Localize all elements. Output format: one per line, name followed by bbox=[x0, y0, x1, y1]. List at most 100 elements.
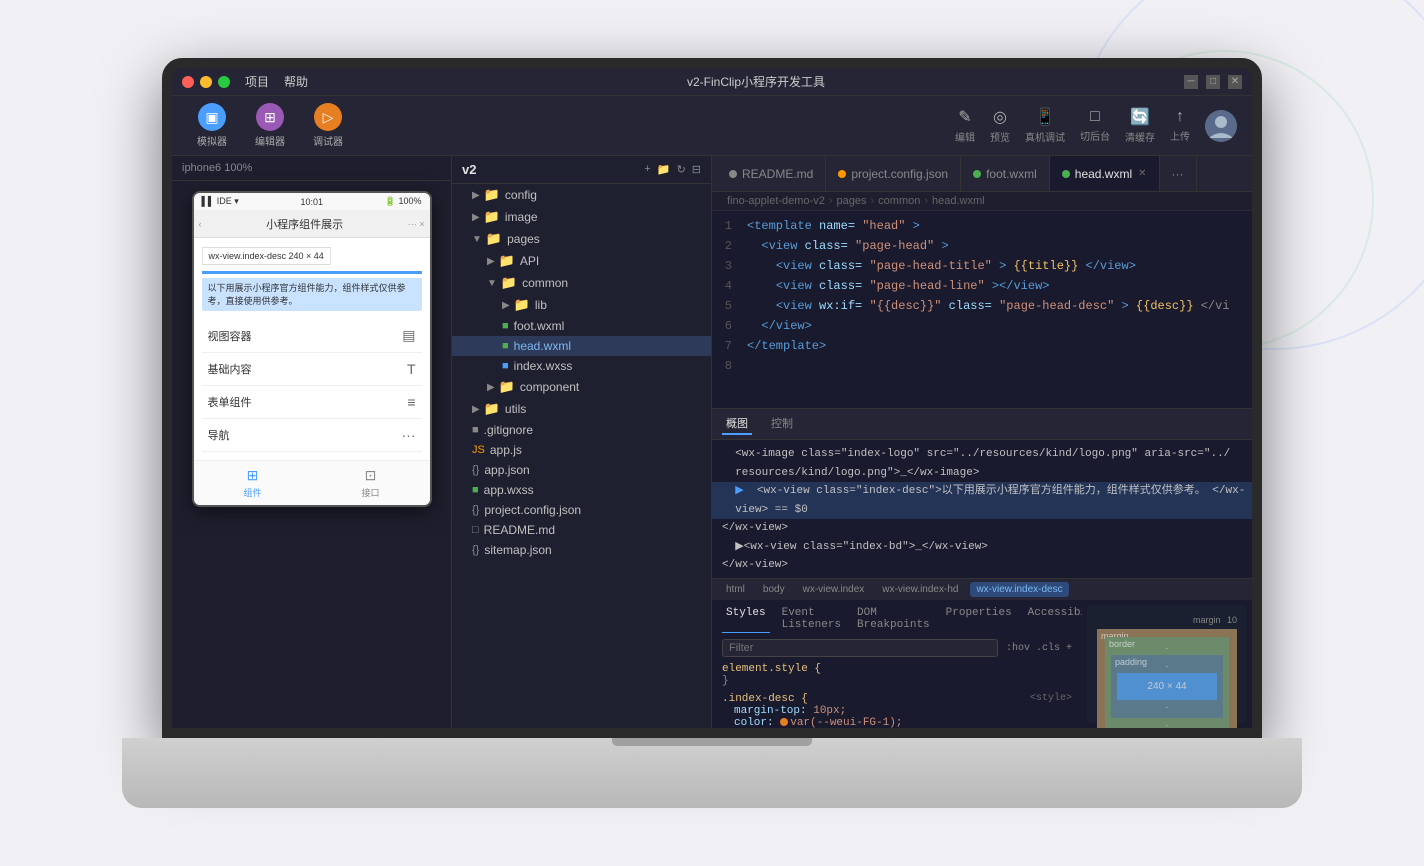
minimize-window-btn[interactable]: ─ bbox=[1184, 75, 1198, 89]
style-tab-dom[interactable]: DOM Breakpoints bbox=[853, 605, 934, 633]
tree-item-utils[interactable]: ▶ 📁 utils bbox=[452, 398, 711, 420]
style-tab-props[interactable]: Properties bbox=[942, 605, 1016, 633]
tree-item-pages[interactable]: ▼ 📁 pages bbox=[452, 228, 711, 250]
element-tab-wx-view-index-hd[interactable]: wx-view.index-hd bbox=[876, 582, 964, 597]
tree-item-api[interactable]: ▶ 📁 API bbox=[452, 250, 711, 272]
close-btn[interactable] bbox=[182, 76, 194, 88]
html-view[interactable]: <wx-image class="index-logo" src="../res… bbox=[712, 440, 1252, 578]
tree-item-sitemap[interactable]: {} sitemap.json bbox=[452, 540, 711, 560]
padding-label: padding bbox=[1115, 657, 1147, 667]
style-tab-access[interactable]: Accessibility bbox=[1024, 605, 1082, 633]
element-tab-wx-view-index-desc[interactable]: wx-view.index-desc bbox=[970, 582, 1068, 597]
line-number: 8 bbox=[712, 357, 747, 375]
device-debug-action[interactable]: 📱 真机调试 bbox=[1025, 107, 1065, 144]
tree-item-common[interactable]: ▼ 📁 common bbox=[452, 272, 711, 294]
device-info: iphone6 100% bbox=[182, 162, 252, 174]
phone-nav-components[interactable]: ⊞ 组件 bbox=[194, 461, 312, 505]
clear-cache-icon: 🔄 bbox=[1130, 107, 1150, 127]
tree-item-config[interactable]: ▶ 📁 config bbox=[452, 184, 711, 206]
filter-input[interactable] bbox=[722, 639, 998, 657]
app-window: 项目 帮助 v2-FinClip小程序开发工具 ─ □ ✕ ▣ 模拟器 bbox=[172, 68, 1252, 728]
line-number: 3 bbox=[712, 257, 747, 275]
bp-tab-overview[interactable]: 概图 bbox=[722, 413, 752, 435]
tab-more[interactable]: ··· bbox=[1160, 156, 1197, 192]
menu-help[interactable]: 帮助 bbox=[284, 73, 308, 90]
minimize-btn[interactable] bbox=[200, 76, 212, 88]
preview-action[interactable]: ◎ 预览 bbox=[990, 107, 1010, 144]
filetree-add-file-icon[interactable]: + bbox=[644, 163, 650, 176]
phone-nav-api[interactable]: ⊡ 接口 bbox=[312, 461, 430, 505]
menu-project[interactable]: 项目 bbox=[245, 73, 269, 90]
background-action[interactable]: □ 切后台 bbox=[1080, 108, 1110, 143]
tree-item-app-wxss[interactable]: ■ app.wxss bbox=[452, 480, 711, 500]
tree-item-app-json[interactable]: {} app.json bbox=[452, 460, 711, 480]
clear-cache-action[interactable]: 🔄 清缓存 bbox=[1125, 107, 1155, 144]
maximize-window-btn[interactable]: □ bbox=[1206, 75, 1220, 89]
phone-battery: 🔋 100% bbox=[385, 196, 422, 207]
edit-action[interactable]: ✎ 编辑 bbox=[955, 107, 975, 144]
menu-item-forms[interactable]: 表单组件 ≡ bbox=[202, 386, 422, 419]
element-tab-body[interactable]: body bbox=[757, 582, 791, 597]
menu-item-views[interactable]: 视图容器 ▤ bbox=[202, 319, 422, 353]
bp-tab-control[interactable]: 控制 bbox=[767, 413, 797, 435]
html-line-5: </wx-view> bbox=[712, 519, 1252, 538]
menu-item-basic[interactable]: 基础内容 T bbox=[202, 353, 422, 386]
pseudo-button[interactable]: :hov .cls + bbox=[1006, 643, 1072, 654]
tab-foot-wxml[interactable]: foot.wxml bbox=[961, 156, 1050, 192]
padding-bottom: - bbox=[1166, 702, 1169, 712]
style-tab-styles[interactable]: Styles bbox=[722, 605, 770, 633]
window-controls bbox=[182, 76, 230, 88]
breadcrumb-root: fino-applet-demo-v2 bbox=[727, 195, 825, 207]
tree-item-foot-wxml[interactable]: ■ foot.wxml bbox=[452, 316, 711, 336]
tab-label-head: head.wxml bbox=[1075, 167, 1132, 181]
tab-head-wxml[interactable]: head.wxml ✕ bbox=[1050, 156, 1160, 192]
tree-item-name-readme: README.md bbox=[484, 523, 555, 537]
simulator-btn[interactable]: ▣ 模拟器 bbox=[187, 99, 237, 152]
tree-item-project-config[interactable]: {} project.config.json bbox=[452, 500, 711, 520]
menu-item-nav[interactable]: 导航 ··· bbox=[202, 419, 422, 452]
tree-item-name-gitignore: .gitignore bbox=[484, 423, 533, 437]
tab-more-icon: ··· bbox=[1172, 167, 1184, 181]
tree-item-name-app-js: app.js bbox=[490, 443, 522, 457]
debugger-btn[interactable]: ▷ 调试器 bbox=[303, 99, 353, 152]
close-window-btn[interactable]: ✕ bbox=[1228, 75, 1242, 89]
menu-item-icon-basic: T bbox=[407, 361, 416, 377]
code-line-5: 5 <view wx:if= "{{desc}}" class= "page-h… bbox=[712, 296, 1252, 316]
filetree-refresh-icon[interactable]: ↻ bbox=[677, 163, 686, 176]
sep-1: › bbox=[829, 195, 833, 207]
tree-item-image[interactable]: ▶ 📁 image bbox=[452, 206, 711, 228]
api-nav-label: 接口 bbox=[361, 486, 379, 499]
tree-item-app-js[interactable]: JS app.js bbox=[452, 440, 711, 460]
window-action-buttons: ─ □ ✕ bbox=[1184, 75, 1242, 89]
html-line-6: ▶<wx-view class="index-bd">_</wx-view> bbox=[712, 538, 1252, 557]
element-tab-html[interactable]: html bbox=[720, 582, 751, 597]
editor-btn[interactable]: ⊞ 编辑器 bbox=[245, 99, 295, 152]
file-icon: ■ bbox=[502, 320, 509, 332]
tree-item-readme[interactable]: □ README.md bbox=[452, 520, 711, 540]
phone-back-btn[interactable]: ‹ bbox=[199, 219, 202, 229]
main-toolbar: ▣ 模拟器 ⊞ 编辑器 ▷ 调试器 ✎ 编辑 bbox=[172, 96, 1252, 156]
tree-item-name-index-wxss: index.wxss bbox=[514, 359, 573, 373]
upload-action[interactable]: ↑ 上传 bbox=[1170, 108, 1190, 143]
filetree-add-folder-icon[interactable]: 📁 bbox=[657, 163, 671, 176]
code-text: <view class= "page-head" > bbox=[747, 237, 949, 255]
tree-item-index-wxss[interactable]: ■ index.wxss bbox=[452, 356, 711, 376]
filetree-collapse-icon[interactable]: ⊟ bbox=[692, 163, 701, 176]
user-avatar[interactable] bbox=[1205, 110, 1237, 142]
expand-icon: ▼ bbox=[487, 278, 497, 289]
style-tab-events[interactable]: Event Listeners bbox=[778, 605, 845, 633]
code-text: <template name= "head" > bbox=[747, 217, 920, 235]
tree-item-lib[interactable]: ▶ 📁 lib bbox=[452, 294, 711, 316]
maximize-btn[interactable] bbox=[218, 76, 230, 88]
phone-more-btn[interactable]: ··· × bbox=[408, 219, 425, 229]
tab-close-head[interactable]: ✕ bbox=[1138, 168, 1146, 179]
code-content[interactable]: 1 <template name= "head" > 2 bbox=[712, 211, 1252, 408]
expand-icon: ▶ bbox=[472, 404, 480, 415]
tree-item-gitignore[interactable]: ■ .gitignore bbox=[452, 420, 711, 440]
tab-project-config[interactable]: project.config.json bbox=[826, 156, 961, 192]
tab-readme[interactable]: README.md bbox=[717, 156, 826, 192]
tab-icon-foot bbox=[973, 170, 981, 178]
tree-item-component[interactable]: ▶ 📁 component bbox=[452, 376, 711, 398]
tree-item-head-wxml[interactable]: ■ head.wxml bbox=[452, 336, 711, 356]
element-tab-wx-view-index[interactable]: wx-view.index bbox=[797, 582, 871, 597]
